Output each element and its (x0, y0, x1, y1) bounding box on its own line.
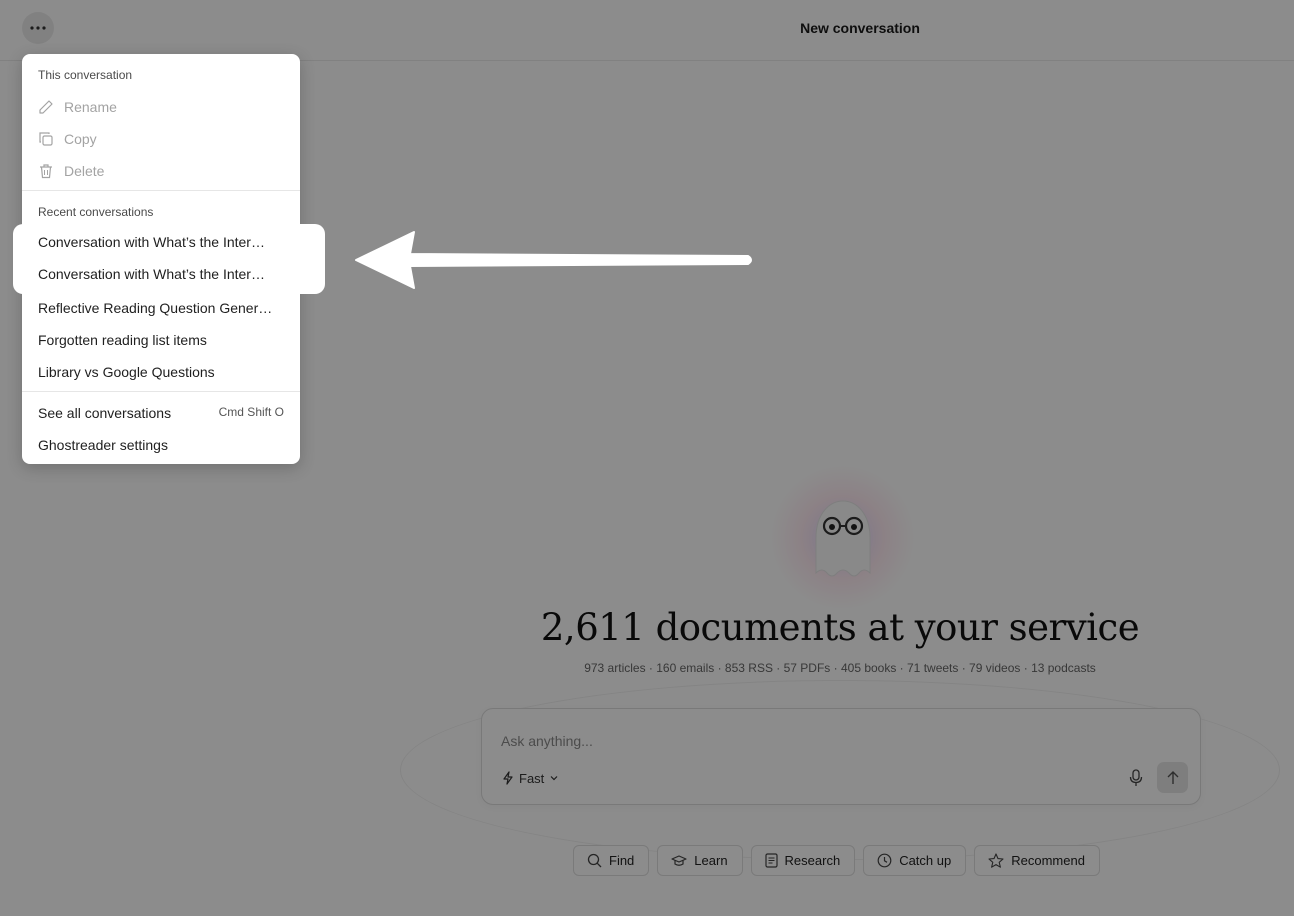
annotation-arrow-icon (355, 231, 752, 289)
recent-conversations-heading: Recent conversations (38, 205, 154, 219)
pencil-icon (39, 100, 53, 114)
this-conversation-heading: This conversation (38, 68, 133, 82)
menu-divider (22, 391, 300, 392)
copy-menu-item[interactable]: Copy (38, 128, 97, 150)
menu-divider (22, 190, 300, 191)
menu-item-label: Rename (64, 99, 117, 115)
menu-item-label: Copy (64, 131, 97, 147)
recent-conversation-item[interactable]: Forgotten reading list items (38, 329, 207, 351)
copy-icon (39, 132, 53, 146)
trash-icon (40, 164, 52, 179)
recent-conversation-item[interactable]: Reflective Reading Question Gener… (38, 297, 272, 319)
rename-menu-item[interactable]: Rename (38, 96, 117, 118)
menu-item-label: Ghostreader settings (38, 437, 168, 453)
keyboard-shortcut: Cmd Shift O (218, 405, 284, 419)
recent-conversation-item[interactable]: Library vs Google Questions (38, 361, 215, 383)
recent-conversation-item[interactable]: Conversation with What’s the Inter… (38, 266, 265, 282)
highlight-callout: Conversation with What’s the Inter… Conv… (13, 224, 325, 294)
menu-item-label: Delete (64, 163, 105, 179)
menu-item-label: See all conversations (38, 405, 172, 421)
delete-menu-item[interactable]: Delete (38, 160, 104, 182)
recent-conversation-item[interactable]: Conversation with What’s the Inter… (38, 234, 265, 250)
ghostreader-settings-item[interactable]: Ghostreader settings (38, 434, 168, 456)
